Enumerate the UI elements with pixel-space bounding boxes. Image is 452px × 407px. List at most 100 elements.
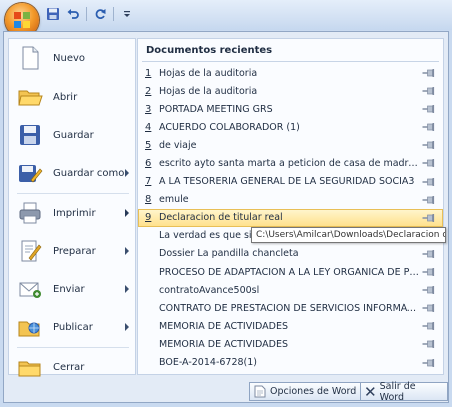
recent-document-name: escrito ayto santa marta a peticion de c… — [159, 158, 421, 170]
recent-document-item[interactable]: CONTRATO DE PRESTACIÓN DE SERVICIOS INFO… — [138, 299, 443, 317]
recent-document-item[interactable]: 7 A LA TESORERIA GENERAL DE LA SEGURIDAD … — [138, 173, 443, 191]
recent-document-item[interactable]: contratoAvance500sl — [138, 281, 443, 299]
document-path-tooltip: C:\Users\Amilcar\Downloads\Declaracion d… — [251, 227, 446, 243]
recent-document-name: MEMORIA DE ACTIVIDADES — [159, 338, 288, 350]
recent-document-item[interactable]: 5 de viaje — [138, 136, 443, 154]
recent-document-item[interactable]: MEMORIA DE ACTIVIDADES — [138, 335, 443, 353]
undo-icon — [67, 9, 79, 19]
redo-icon — [95, 9, 106, 19]
menu-item-label: Publicar — [53, 321, 93, 333]
pin-icon[interactable] — [422, 159, 435, 168]
save-icon — [47, 8, 59, 20]
menu-item-abrir[interactable]: Abrir — [9, 79, 135, 115]
customize-arrow-icon — [124, 11, 130, 17]
publish-icon — [18, 321, 40, 337]
pin-icon[interactable] — [422, 177, 435, 186]
pin-icon[interactable] — [422, 195, 435, 204]
menu-item-enviar[interactable]: Enviar — [9, 271, 135, 307]
recent-document-item[interactable]: 8 emule — [138, 191, 443, 209]
recent-document-name: MEMORIA DE ACTIVIDADES — [159, 320, 288, 332]
recent-document-number: 6 — [145, 158, 152, 170]
menu-item-publicar[interactable]: Publicar — [9, 309, 135, 345]
pin-icon[interactable] — [422, 141, 435, 150]
submenu-arrow-icon — [125, 209, 129, 217]
pin-icon[interactable] — [422, 105, 435, 114]
recent-document-item[interactable]: 1 Hojas de la auditoria — [138, 64, 443, 82]
pin-icon[interactable] — [422, 340, 435, 349]
qat-save-button[interactable] — [44, 5, 62, 23]
menu-item-imprimir[interactable]: Imprimir — [9, 195, 135, 231]
recent-document-item[interactable]: 2 Hojas de la auditoria — [138, 82, 443, 100]
exit-word-button[interactable]: Salir de Word — [360, 381, 448, 403]
recent-document-item[interactable]: PROCESO DE ADAPTACIÓN A LA LEY ORGANICA … — [138, 263, 443, 281]
recent-document-item[interactable]: 6 escrito ayto santa marta a peticion de … — [138, 154, 443, 172]
word-options-label: Opciones de Word — [270, 386, 357, 397]
recent-document-item[interactable]: MEMORIA DE ACTIVIDADES — [138, 317, 443, 335]
recent-document-number: 3 — [145, 103, 152, 115]
pin-icon[interactable] — [422, 213, 435, 222]
qat-customize-button[interactable] — [118, 5, 136, 23]
recent-document-name: Dossier La pandilla chancleta — [159, 248, 299, 260]
submenu-arrow-icon — [125, 247, 129, 255]
recent-document-item[interactable]: 4 ACUERDO COLABORADOR (1) — [138, 118, 443, 136]
recent-document-name: BOE-A-2014-6728(1) — [159, 357, 258, 369]
menu-item-cerrar[interactable]: Cerrar — [9, 349, 135, 385]
recent-document-name: Declaracion de titular real — [159, 212, 283, 224]
close-icon — [365, 387, 375, 396]
recent-document-number: 7 — [145, 176, 152, 188]
pin-icon[interactable] — [422, 69, 435, 77]
recent-document-number: 4 — [145, 121, 152, 133]
qat-redo-button[interactable] — [91, 5, 109, 23]
qat-separator — [86, 7, 87, 21]
qat-separator — [113, 7, 114, 21]
save-as-icon — [19, 165, 43, 183]
recent-document-name: Hojas de la auditoria — [159, 67, 258, 79]
menu-item-nuevo[interactable]: Nuevo — [9, 40, 135, 76]
menu-item-label: Preparar — [53, 245, 96, 257]
quick-access-toolbar — [44, 5, 136, 23]
recent-document-name: contratoAvance500sl — [159, 284, 260, 296]
pin-icon[interactable] — [422, 249, 435, 258]
submenu-arrow-icon — [125, 323, 129, 331]
word-options-button[interactable]: Opciones de Word — [249, 382, 364, 401]
recent-document-name: ACUERDO COLABORADOR (1) — [159, 121, 300, 133]
menu-divider — [17, 347, 129, 348]
recent-document-name: PROCESO DE ADAPTACIÓN A LA LEY ORGANICA … — [159, 266, 421, 278]
options-document-icon — [254, 385, 266, 398]
send-icon — [19, 282, 41, 298]
menu-item-label: Enviar — [53, 283, 85, 295]
menu-item-guardar-como[interactable]: Guardar como — [9, 155, 135, 191]
recent-document-name: de viaje — [159, 139, 197, 151]
pin-icon[interactable] — [422, 123, 435, 132]
printer-icon — [19, 202, 41, 224]
pin-icon[interactable] — [422, 268, 435, 277]
recent-document-number: 1 — [145, 67, 152, 79]
recent-document-name: PORTADA MEETING GRS — [159, 103, 273, 115]
recent-document-item[interactable]: 3 PORTADA MEETING GRS — [138, 100, 443, 118]
recent-documents-list: 1 Hojas de la auditoria 2 Hojas de la audit… — [138, 64, 443, 372]
office-logo-icon — [14, 12, 30, 28]
recent-document-name: emule — [159, 194, 189, 206]
recent-document-number: 5 — [145, 139, 152, 151]
recent-document-item[interactable]: Dossier La pandilla chancleta — [138, 245, 443, 263]
menu-item-preparar[interactable]: Preparar — [9, 233, 135, 269]
pin-icon[interactable] — [422, 358, 435, 367]
recent-document-name: Hojas de la auditoria — [159, 85, 258, 97]
recent-document-number: 8 — [145, 194, 152, 206]
submenu-arrow-icon — [125, 285, 129, 293]
pin-icon[interactable] — [422, 87, 435, 96]
menu-item-label: Guardar como — [53, 167, 125, 179]
menu-item-guardar[interactable]: Guardar — [9, 117, 135, 153]
recent-document-number: 2 — [145, 85, 152, 97]
recent-document-item[interactable]: BOE-A-2014-6728(1) — [138, 354, 443, 372]
submenu-arrow-icon — [125, 169, 129, 177]
prepare-icon — [21, 240, 42, 262]
pin-icon[interactable] — [422, 286, 435, 295]
qat-undo-button[interactable] — [64, 5, 82, 23]
pin-icon[interactable] — [422, 322, 435, 331]
close-folder-icon — [18, 361, 41, 377]
pin-icon[interactable] — [422, 304, 435, 313]
recent-document-item[interactable]: 9 Declaracion de titular real — [138, 208, 443, 227]
recent-document-name: A LA TESORERIA GENERAL DE LA SEGURIDAD S… — [159, 176, 415, 188]
recent-documents-title: Documentos recientes — [146, 45, 273, 56]
